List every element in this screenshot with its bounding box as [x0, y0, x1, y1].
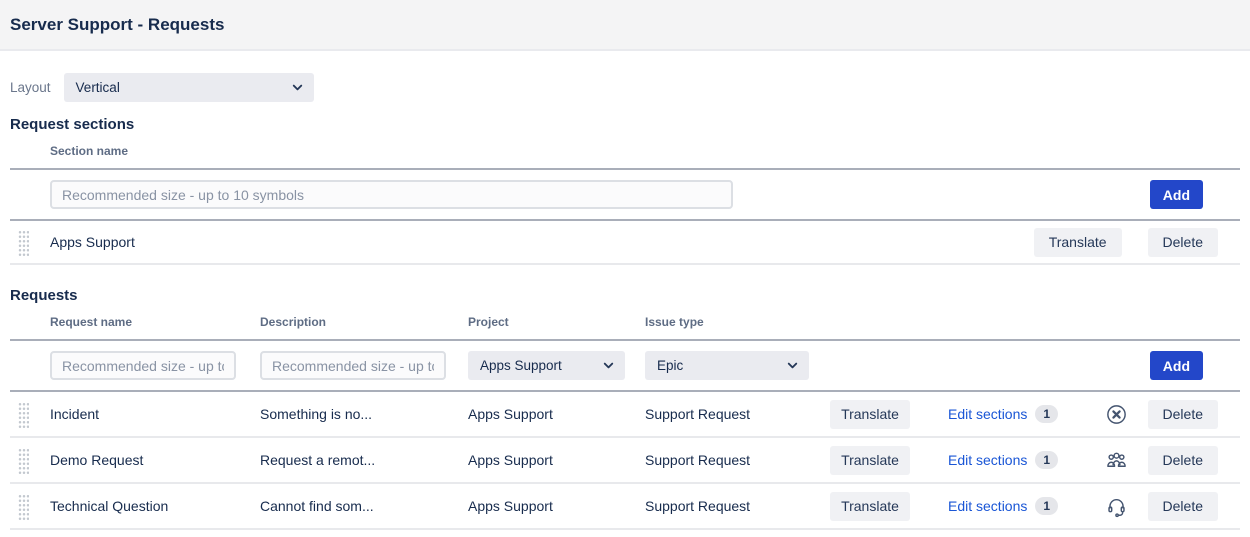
request-description-cell: Cannot find som... [260, 498, 468, 514]
chevron-down-icon [785, 358, 800, 373]
edit-sections-link[interactable]: Edit sections [948, 498, 1027, 514]
section-name-input[interactable] [50, 180, 733, 209]
request-description-input[interactable] [260, 351, 446, 380]
request-add-row: Apps Support Epic Add [10, 341, 1240, 390]
page-title: Server Support - Requests [10, 15, 224, 35]
requests-column-headers: Request name Description Project Issue t… [10, 304, 1240, 339]
delete-request-button[interactable]: Delete [1148, 446, 1218, 475]
column-header-request-name: Request name [50, 315, 260, 329]
column-header-description: Description [260, 315, 468, 329]
drag-handle-icon[interactable] [18, 229, 29, 256]
edit-sections-group: Edit sections 1 [948, 497, 1058, 515]
translate-request-button[interactable]: Translate [830, 400, 910, 429]
sections-count-badge: 1 [1035, 405, 1058, 423]
translate-request-button[interactable]: Translate [830, 492, 910, 521]
add-request-button[interactable]: Add [1150, 351, 1203, 380]
edit-sections-group: Edit sections 1 [948, 451, 1058, 469]
request-row: Demo Request Request a remot... Apps Sup… [10, 438, 1240, 482]
sections-count-badge: 1 [1035, 451, 1058, 469]
delete-request-button[interactable]: Delete [1148, 400, 1218, 429]
issue-type-select-value: Epic [657, 358, 683, 373]
edit-sections-group: Edit sections 1 [948, 405, 1058, 423]
column-header-section-name: Section name [50, 144, 128, 158]
request-project-cell: Apps Support [468, 498, 645, 514]
sections-heading: Request sections [10, 116, 1240, 133]
delete-request-button[interactable]: Delete [1148, 492, 1218, 521]
drag-handle-icon[interactable] [18, 447, 29, 474]
edit-sections-link[interactable]: Edit sections [948, 406, 1027, 422]
request-project-cell: Apps Support [468, 406, 645, 422]
layout-select[interactable]: Vertical [64, 73, 314, 102]
layout-select-value: Vertical [76, 80, 120, 95]
chevron-down-icon [601, 358, 616, 373]
drag-handle-icon[interactable] [18, 493, 29, 520]
request-name-cell: Technical Question [50, 498, 260, 514]
delete-section-button[interactable]: Delete [1148, 228, 1218, 257]
layout-row: Layout Vertical [10, 73, 1240, 102]
sections-column-headers: Section name [10, 133, 1240, 168]
section-add-row: Add [10, 170, 1240, 219]
headset-icon [1104, 495, 1128, 518]
section-row-actions: Translate Delete [1034, 228, 1218, 257]
issue-type-select[interactable]: Epic [645, 351, 809, 380]
request-name-cell: Demo Request [50, 452, 260, 468]
requests-heading: Requests [10, 287, 1240, 304]
request-issue-type-cell: Support Request [645, 498, 830, 514]
circle-x-icon [1104, 403, 1128, 426]
request-description-cell: Request a remot... [260, 452, 468, 468]
request-issue-type-cell: Support Request [645, 406, 830, 422]
section-name-cell: Apps Support [50, 234, 135, 250]
divider [10, 528, 1240, 530]
section-row: Apps Support Translate Delete [10, 221, 1240, 263]
column-header-project: Project [468, 315, 645, 329]
edit-sections-link[interactable]: Edit sections [948, 452, 1027, 468]
layout-label: Layout [10, 80, 51, 95]
request-row: Technical Question Cannot find som... Ap… [10, 484, 1240, 528]
chevron-down-icon [290, 80, 305, 95]
request-name-input[interactable] [50, 351, 236, 380]
request-description-cell: Something is no... [260, 406, 468, 422]
request-issue-type-cell: Support Request [645, 452, 830, 468]
page-header: Server Support - Requests [0, 0, 1250, 51]
request-name-cell: Incident [50, 406, 260, 422]
content: Layout Vertical Request sections Section… [0, 73, 1250, 530]
project-select[interactable]: Apps Support [468, 351, 625, 380]
add-section-button[interactable]: Add [1150, 180, 1203, 209]
translate-request-button[interactable]: Translate [830, 446, 910, 475]
translate-section-button[interactable]: Translate [1034, 228, 1122, 257]
request-row: Incident Something is no... Apps Support… [10, 392, 1240, 436]
project-select-value: Apps Support [480, 358, 562, 373]
column-header-issue-type: Issue type [645, 315, 830, 329]
drag-handle-icon[interactable] [18, 401, 29, 428]
divider [10, 263, 1240, 265]
people-group-icon [1104, 449, 1128, 472]
request-project-cell: Apps Support [468, 452, 645, 468]
sections-count-badge: 1 [1035, 497, 1058, 515]
